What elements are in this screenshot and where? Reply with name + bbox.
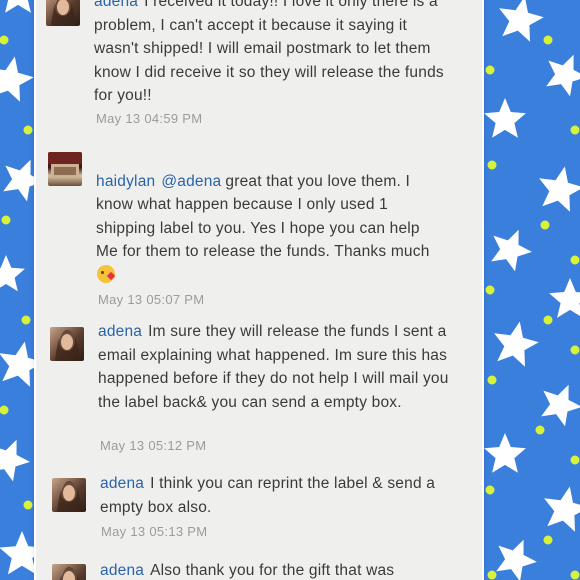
- dot-shape: [0, 35, 9, 45]
- star-shape: [5, 0, 31, 13]
- star-shape: [541, 384, 580, 427]
- dot-shape: [0, 405, 9, 415]
- comment-text: adena Im sure they will release the funds…: [98, 320, 450, 414]
- avatar-photo-icon: [51, 0, 76, 26]
- comment-text: adena I think you can reprint the label &…: [100, 472, 452, 519]
- star-shape: [0, 439, 30, 482]
- avatar[interactable]: [48, 152, 82, 186]
- dot-shape: [487, 375, 497, 385]
- avatar-photo-icon: [55, 330, 80, 361]
- comment-timestamp: May 13 05:13 PM: [101, 524, 208, 539]
- dot-shape: [540, 220, 550, 230]
- comments-panel: adena I received it today!! I love it onl…: [36, 0, 482, 580]
- star-shape: [546, 54, 580, 97]
- dot-shape: [485, 485, 495, 495]
- comment-username[interactable]: adena: [100, 562, 144, 579]
- star-shape: [491, 229, 532, 272]
- star-shape: [0, 56, 34, 102]
- star-shape: [494, 321, 539, 367]
- dot-shape: [570, 570, 580, 580]
- comment-text: adena Also thank you for the gift that wa…: [100, 559, 452, 580]
- dot-shape: [21, 315, 31, 325]
- avatar[interactable]: [50, 327, 84, 361]
- avatar[interactable]: [46, 0, 80, 26]
- comment-username[interactable]: adena: [100, 475, 144, 492]
- dot-shape: [570, 455, 580, 465]
- star-shape: [496, 539, 537, 580]
- star-shape: [544, 486, 580, 532]
- star-shape: [0, 255, 25, 292]
- dot-shape: [543, 35, 553, 45]
- dot-shape: [23, 500, 33, 510]
- comment-username[interactable]: adena: [98, 323, 142, 340]
- comment-body: I received it today!! I love it only the…: [94, 0, 444, 104]
- comment-text: haidylan @adena great that you love them. …: [96, 146, 448, 287]
- dot-shape: [487, 160, 497, 170]
- dot-shape: [570, 255, 580, 265]
- dot-shape: [23, 125, 33, 135]
- dot-shape: [570, 345, 580, 355]
- dot-shape: [535, 425, 545, 435]
- star-shape: [484, 433, 526, 473]
- star-shape: [549, 278, 580, 318]
- avatar[interactable]: [52, 564, 86, 580]
- comment-mention[interactable]: @adena: [161, 173, 221, 190]
- star-shape: [539, 166, 580, 212]
- comment-username[interactable]: adena: [94, 0, 138, 10]
- comment-body: Also thank you for the gift that was: [150, 562, 395, 579]
- dot-shape: [485, 285, 495, 295]
- star-shape: [484, 98, 526, 138]
- dot-shape: [570, 125, 580, 135]
- comment-username[interactable]: haidylan: [96, 173, 155, 190]
- comment-timestamp: May 13 04:59 PM: [96, 111, 203, 126]
- comment-body: Im sure they will release the funds I se…: [98, 323, 449, 411]
- kissing-face-emoji-icon: [97, 264, 115, 283]
- dot-shape: [1, 215, 11, 225]
- comment-timestamp: May 13 05:12 PM: [100, 438, 207, 453]
- dot-shape: [543, 315, 553, 325]
- avatar[interactable]: [52, 478, 86, 512]
- dot-shape: [543, 535, 553, 545]
- star-shape: [499, 0, 544, 42]
- comment-timestamp: May 13 05:07 PM: [98, 292, 205, 307]
- comment-text: adena I received it today!! I love it onl…: [94, 0, 446, 108]
- dot-shape: [485, 65, 495, 75]
- dot-shape: [487, 570, 497, 580]
- avatar-photo-icon: [59, 567, 79, 580]
- avatar-photo-icon: [57, 481, 82, 512]
- avatar-photo-icon: [48, 152, 82, 178]
- comment-body: I think you can reprint the label & send…: [100, 475, 436, 516]
